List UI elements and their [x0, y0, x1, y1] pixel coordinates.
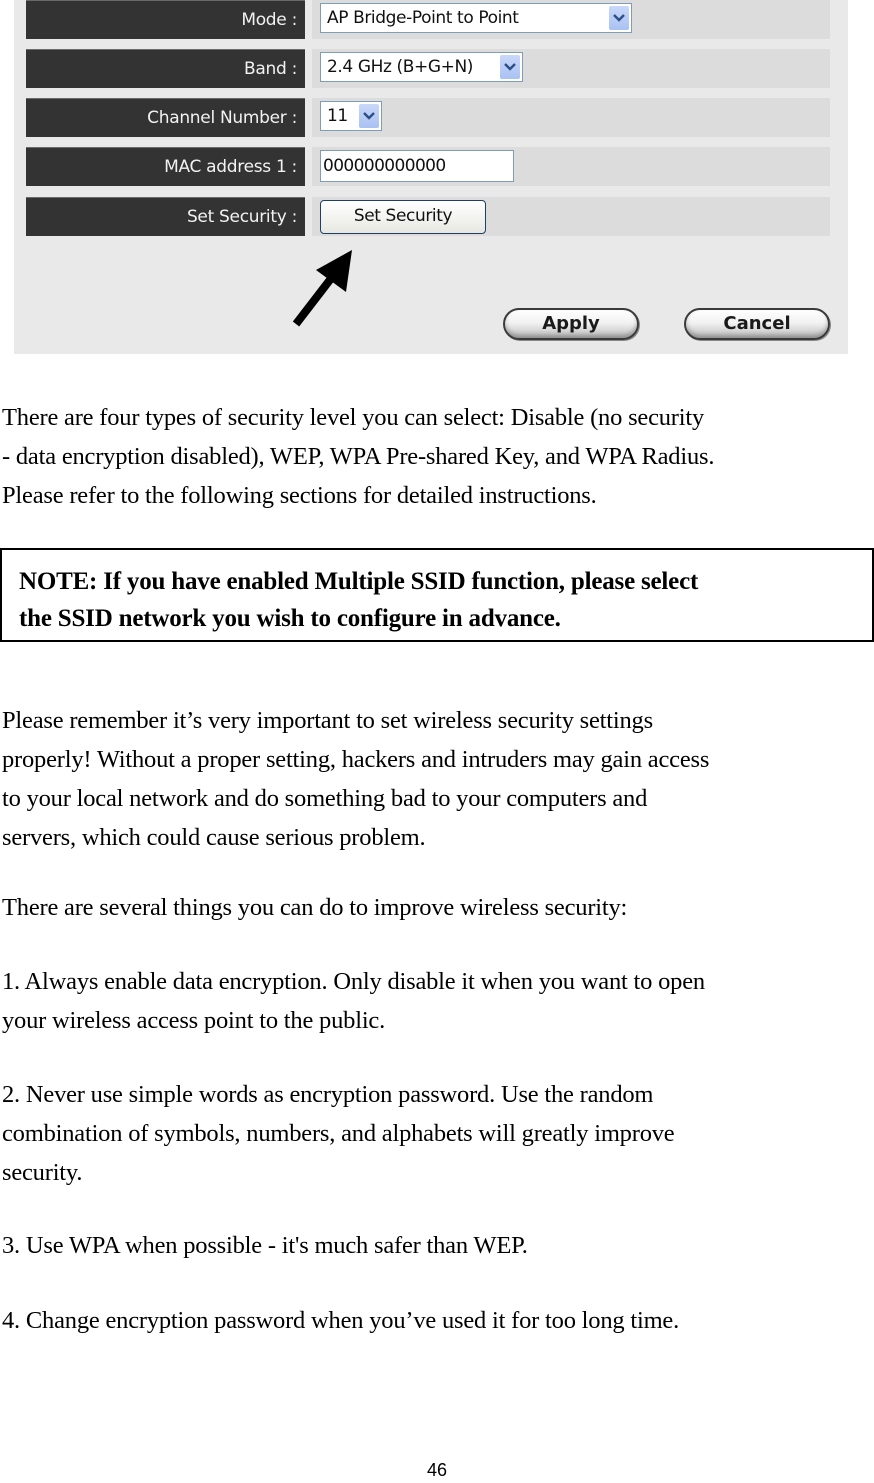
pointer-arrow-icon: [292, 250, 352, 327]
mode-select[interactable]: AP Bridge-Point to Point: [320, 3, 632, 33]
chevron-down-icon[interactable]: [500, 55, 520, 79]
tip-item-3: 3. Use WPA when possible - it's much saf…: [2, 1226, 528, 1265]
wireless-settings-screenshot: Mode : AP Bridge-Point to Point Band : 2…: [14, 0, 848, 354]
text-line: to your local network and do something b…: [2, 785, 648, 812]
mode-label: Mode :: [26, 0, 305, 39]
text-line: servers, which could cause serious probl…: [2, 824, 426, 851]
band-cell: 2.4 GHz (B+G+N): [312, 49, 830, 88]
set-security-row: Set Security : Set Security: [26, 197, 830, 236]
page-number: 46: [426, 1460, 448, 1480]
text-line: 4. Change encryption password when you’v…: [2, 1307, 680, 1334]
text-line: 1. Always enable data encryption. Only d…: [2, 968, 705, 995]
chevron-down-icon[interactable]: [609, 6, 629, 30]
tip-item-4: 4. Change encryption password when you’v…: [2, 1301, 679, 1340]
text-line: 3. Use WPA when possible - it's much saf…: [2, 1232, 528, 1259]
mac-address-input[interactable]: 000000000000: [320, 150, 514, 182]
mac-address-cell: 000000000000: [312, 147, 830, 186]
intro-paragraph: There are four types of security level y…: [2, 398, 714, 515]
text-line: Please remember it’s very important to s…: [2, 707, 653, 734]
channel-cell: 11: [312, 98, 830, 137]
mac-address-row: MAC address 1 : 000000000000: [26, 147, 830, 186]
band-row: Band : 2.4 GHz (B+G+N): [26, 49, 830, 88]
chevron-down-icon[interactable]: [359, 104, 379, 128]
note-box: NOTE: If you have enabled Multiple SSID …: [0, 548, 874, 642]
band-label: Band :: [26, 49, 305, 88]
band-select-value: 2.4 GHz (B+G+N): [327, 57, 474, 77]
text-line: combination of symbols, numbers, and alp…: [2, 1120, 675, 1147]
mac-address-label: MAC address 1 :: [26, 147, 305, 186]
channel-number-select[interactable]: 11: [320, 101, 382, 131]
set-security-cell: Set Security: [312, 197, 830, 236]
mode-row: Mode : AP Bridge-Point to Point: [26, 0, 830, 39]
text-line: - data encryption disabled), WEP, WPA Pr…: [2, 443, 715, 470]
text-line: security.: [2, 1159, 83, 1186]
apply-button[interactable]: Apply: [503, 308, 639, 340]
tip-item-1: 1. Always enable data encryption. Only d…: [2, 962, 705, 1040]
text-line: Please refer to the following sections f…: [2, 482, 597, 509]
text-line: your wireless access point to the public…: [2, 1007, 386, 1034]
band-select[interactable]: 2.4 GHz (B+G+N): [320, 52, 523, 82]
text-line: 2. Never use simple words as encryption …: [2, 1081, 654, 1108]
note-line: the SSID network you wish to configure i…: [19, 605, 561, 632]
set-security-button[interactable]: Set Security: [320, 200, 486, 234]
set-security-label: Set Security :: [26, 197, 305, 236]
text-line: properly! Without a proper setting, hack…: [2, 746, 710, 773]
channel-row: Channel Number : 11: [26, 98, 830, 137]
cancel-button[interactable]: Cancel: [684, 308, 830, 340]
text-line: There are four types of security level y…: [2, 404, 705, 431]
tips-intro: There are several things you can do to i…: [2, 894, 628, 921]
channel-number-value: 11: [327, 106, 348, 126]
reminder-paragraph: Please remember it’s very important to s…: [2, 701, 709, 857]
note-line: NOTE: If you have enabled Multiple SSID …: [19, 568, 699, 595]
tip-item-2: 2. Never use simple words as encryption …: [2, 1075, 675, 1192]
channel-number-label: Channel Number :: [26, 98, 305, 137]
mode-cell: AP Bridge-Point to Point: [312, 0, 830, 39]
mode-select-value: AP Bridge-Point to Point: [327, 8, 519, 28]
